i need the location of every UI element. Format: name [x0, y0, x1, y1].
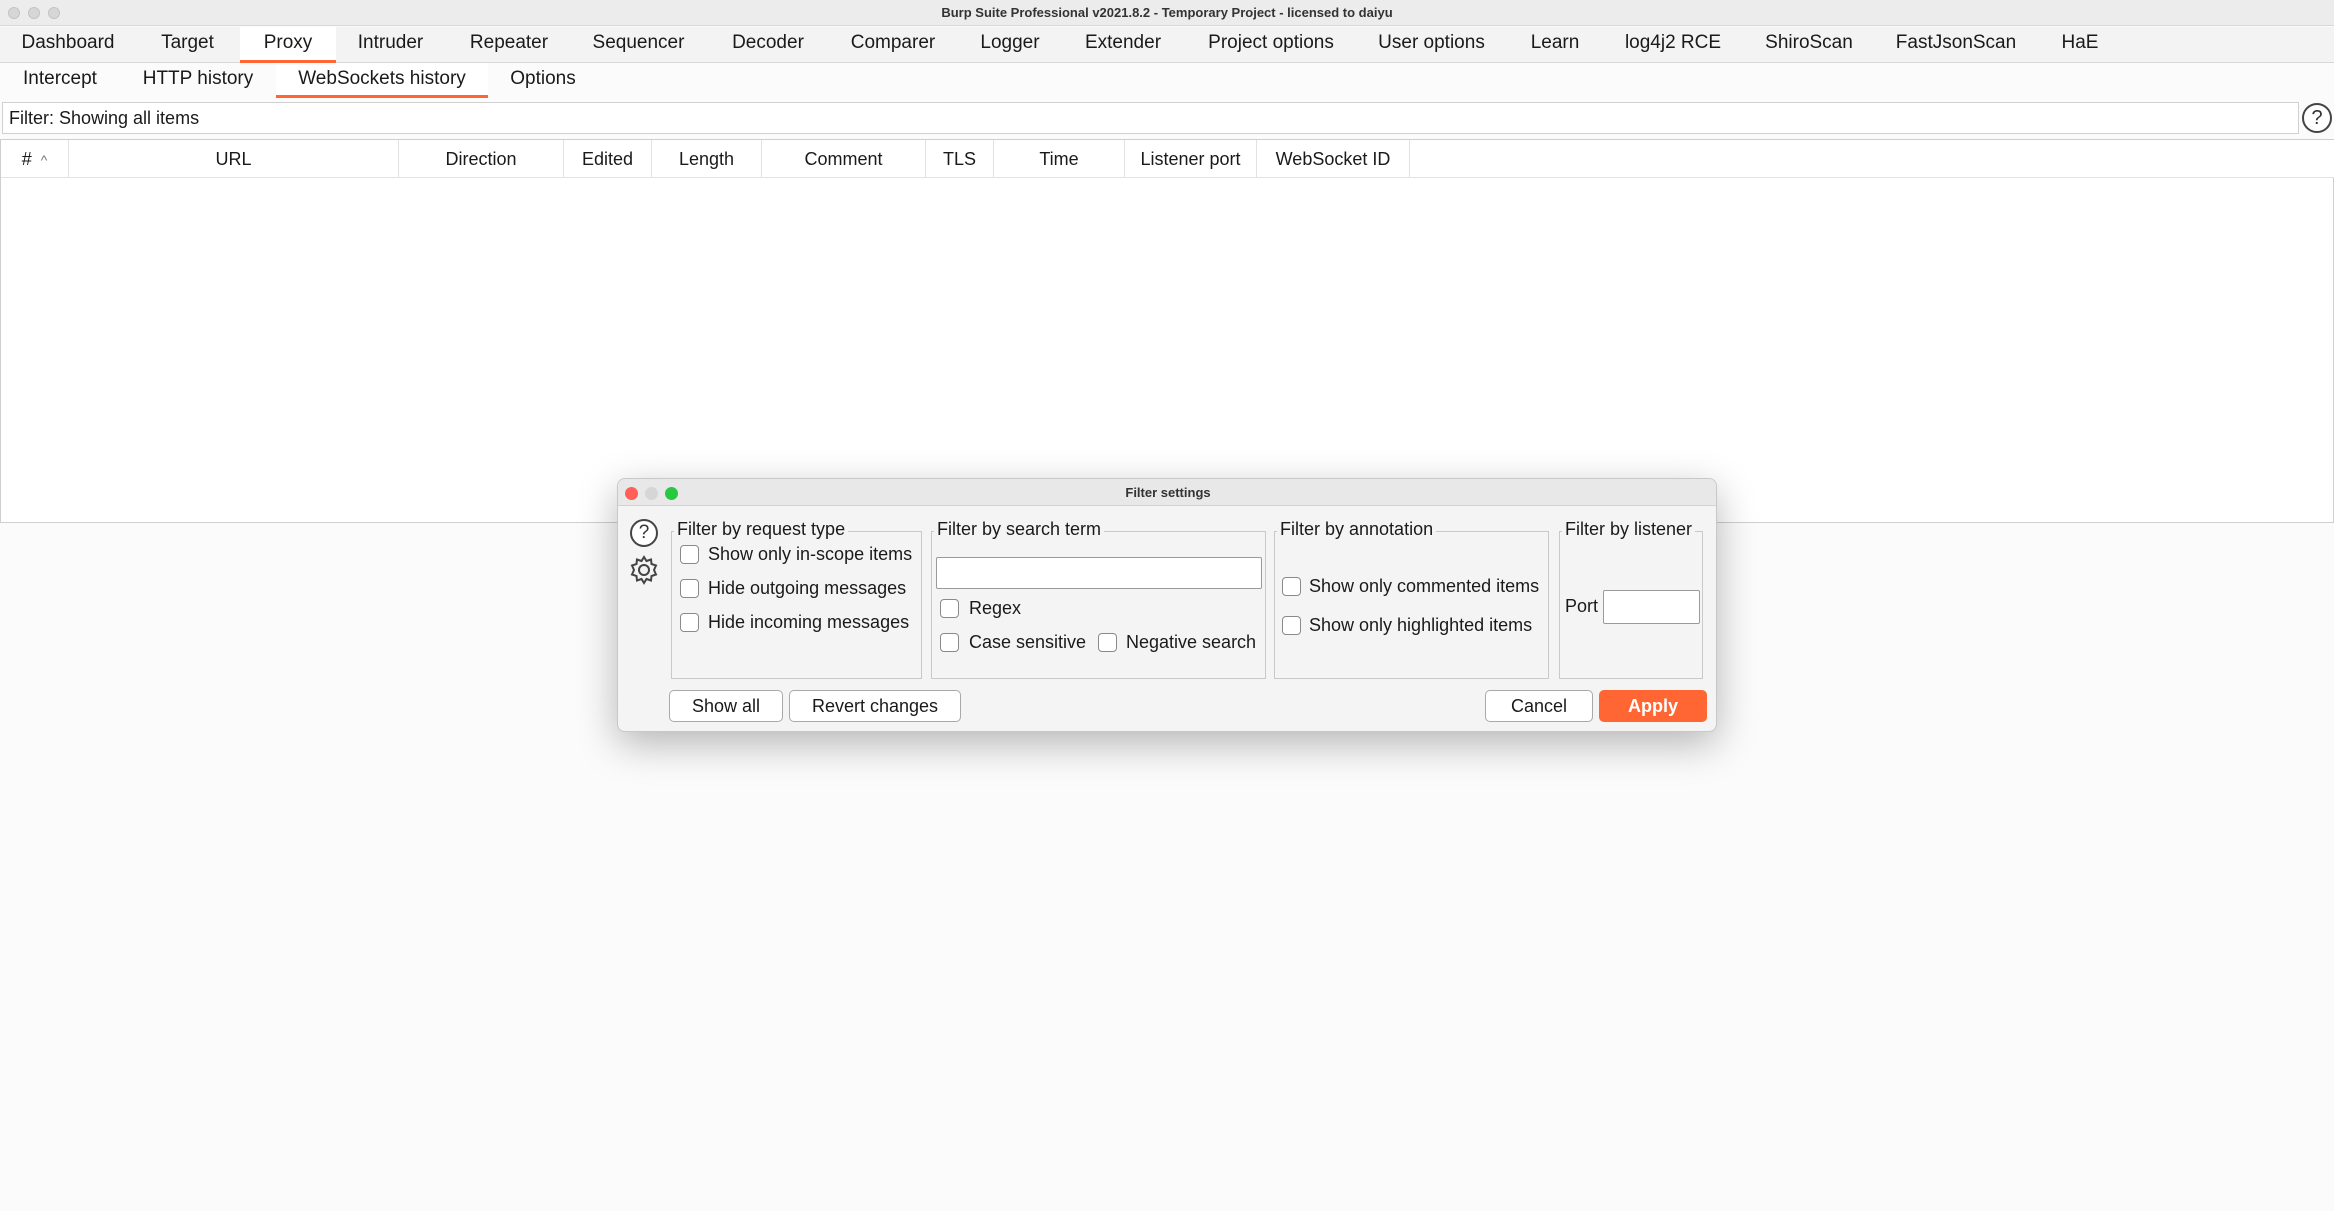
tab-dashboard[interactable]: Dashboard: [6, 27, 130, 63]
tab-logger[interactable]: Logger: [966, 27, 1054, 63]
sort-ascending-icon: ^: [40, 152, 48, 168]
dialog-close-button[interactable]: [625, 487, 638, 500]
tab-target[interactable]: Target: [135, 27, 240, 63]
group-legend: Filter by annotation: [1277, 519, 1437, 540]
column-header-time[interactable]: Time: [994, 140, 1125, 178]
subtab-websockets-history[interactable]: WebSockets history: [276, 63, 488, 98]
main-tab-bar: Dashboard Target Proxy Intruder Repeater…: [0, 27, 2334, 63]
group-legend: Filter by listener: [1562, 519, 1696, 540]
tab-log4j2-rce[interactable]: log4j2 RCE: [1614, 27, 1732, 63]
dialog-zoom-button[interactable]: [665, 487, 678, 500]
column-header-comment[interactable]: Comment: [762, 140, 926, 178]
tab-project-options[interactable]: Project options: [1196, 27, 1346, 63]
question-circle-icon[interactable]: ?: [2302, 103, 2332, 133]
proxy-sub-tab-bar: Intercept HTTP history WebSockets histor…: [0, 63, 2334, 98]
revert-changes-button[interactable]: Revert changes: [789, 690, 961, 722]
tab-fastjsonscan[interactable]: FastJsonScan: [1886, 27, 2026, 63]
cancel-button[interactable]: Cancel: [1485, 690, 1593, 722]
tab-shiroscan[interactable]: ShiroScan: [1754, 27, 1864, 63]
dialog-minimize-button[interactable]: [645, 487, 658, 500]
tab-user-options[interactable]: User options: [1369, 27, 1494, 63]
question-circle-icon[interactable]: ?: [630, 519, 658, 547]
tab-learn[interactable]: Learn: [1520, 27, 1590, 63]
checkbox-case-sensitive[interactable]: [940, 633, 959, 652]
checkbox-highlighted[interactable]: [1282, 616, 1301, 635]
subtab-options[interactable]: Options: [498, 63, 588, 98]
column-header-direction[interactable]: Direction: [399, 140, 564, 178]
checkbox-hide-outgoing[interactable]: [680, 579, 699, 598]
tab-hae[interactable]: HaE: [2050, 27, 2110, 63]
column-header-number[interactable]: # ^: [1, 140, 69, 178]
tab-extender[interactable]: Extender: [1073, 27, 1173, 63]
group-legend: Filter by search term: [934, 519, 1105, 540]
group-legend: Filter by request type: [674, 519, 849, 540]
column-header-url[interactable]: URL: [69, 140, 399, 178]
column-label: #: [21, 149, 32, 169]
gear-icon[interactable]: [627, 553, 661, 587]
apply-button[interactable]: Apply: [1599, 690, 1707, 722]
checkbox-hide-incoming[interactable]: [680, 613, 699, 632]
checkbox-regex[interactable]: [940, 599, 959, 618]
column-header-edited[interactable]: Edited: [564, 140, 652, 178]
filter-settings-dialog: Filter settings ? Filter by request type…: [617, 478, 1717, 732]
checkbox-in-scope[interactable]: [680, 545, 699, 564]
checkbox-label: Show only commented items: [1309, 576, 1540, 596]
tab-comparer[interactable]: Comparer: [838, 27, 948, 63]
checkbox-label: Hide incoming messages: [708, 612, 910, 632]
subtab-http-history[interactable]: HTTP history: [130, 63, 266, 98]
column-header-listener-port[interactable]: Listener port: [1125, 140, 1257, 178]
checkbox-label: Show only in-scope items: [708, 544, 913, 564]
checkbox-label: Regex: [969, 598, 1022, 618]
show-all-button[interactable]: Show all: [669, 690, 783, 722]
port-label: Port: [1565, 596, 1599, 616]
filter-bar[interactable]: Filter: Showing all items: [2, 102, 2299, 134]
checkbox-label: Case sensitive: [969, 632, 1087, 652]
checkbox-label: Hide outgoing messages: [708, 578, 907, 598]
group-annotation: [1274, 531, 1549, 679]
checkbox-commented[interactable]: [1282, 577, 1301, 596]
tab-sequencer[interactable]: Sequencer: [580, 27, 697, 63]
subtab-intercept[interactable]: Intercept: [6, 63, 114, 98]
tab-proxy[interactable]: Proxy: [240, 27, 336, 63]
column-header-tls[interactable]: TLS: [926, 140, 994, 178]
search-term-input[interactable]: [936, 557, 1262, 589]
window-titlebar: Burp Suite Professional v2021.8.2 - Temp…: [0, 0, 2334, 26]
websockets-history-table: # ^ URL Direction Edited Length Comment …: [0, 139, 2334, 523]
tab-decoder[interactable]: Decoder: [717, 27, 819, 63]
checkbox-negative-search[interactable]: [1098, 633, 1117, 652]
checkbox-label: Show only highlighted items: [1309, 615, 1533, 635]
dialog-title: Filter settings: [618, 479, 1716, 506]
column-header-length[interactable]: Length: [652, 140, 762, 178]
column-header-websocket-id[interactable]: WebSocket ID: [1257, 140, 1410, 178]
window-title: Burp Suite Professional v2021.8.2 - Temp…: [941, 5, 1393, 20]
table-header: # ^ URL Direction Edited Length Comment …: [1, 140, 2334, 178]
tab-intruder[interactable]: Intruder: [343, 27, 438, 63]
tab-repeater[interactable]: Repeater: [455, 27, 563, 63]
port-input[interactable]: [1603, 590, 1700, 624]
checkbox-label: Negative search: [1126, 632, 1257, 652]
